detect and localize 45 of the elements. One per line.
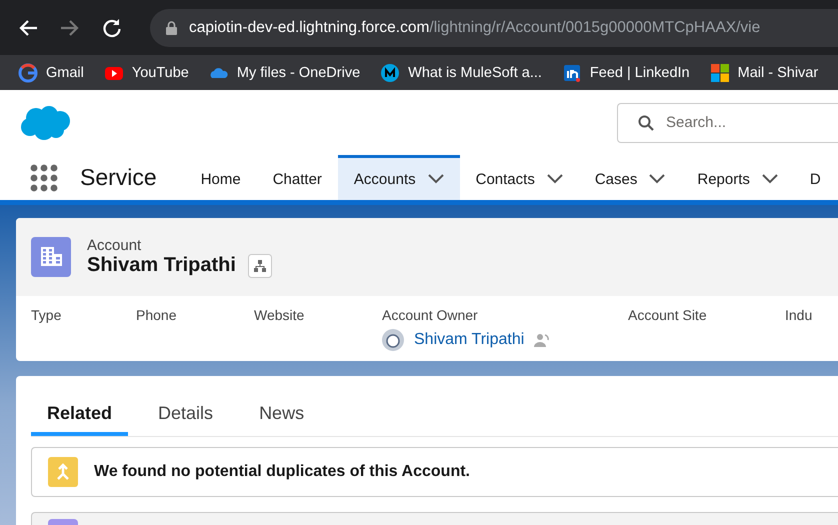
search-box[interactable]: Search... (617, 102, 838, 142)
field-label: Account Owner (382, 307, 479, 323)
forward-icon[interactable] (60, 18, 80, 36)
field-label: Type (31, 307, 62, 323)
bookmark-icon (562, 62, 582, 82)
bookmark-icon (380, 62, 400, 82)
bookmark-icon (710, 62, 730, 82)
url-text: capiotin-dev-ed.lightning.force.com/lightning/r/Account/0015g00000MTCpHAAX/vie (189, 18, 760, 36)
nav-tab[interactable]: Reports (681, 155, 794, 200)
bookmark[interactable]: My files - OneDrive (208, 62, 360, 82)
nav-tab[interactable]: Cases (578, 155, 682, 200)
hierarchy-icon[interactable] (248, 254, 272, 278)
nav-tab[interactable]: Chatter (256, 155, 338, 200)
field-label: Website (254, 307, 306, 323)
tab[interactable]: News (243, 403, 320, 436)
search-icon (638, 114, 654, 130)
nav-tab[interactable]: Contacts (460, 155, 579, 200)
merge-icon (48, 457, 78, 487)
bookmark[interactable]: Feed | LinkedIn (562, 62, 690, 82)
lock-icon (166, 20, 177, 34)
bookmark[interactable]: What is MuleSoft a... (380, 62, 542, 82)
nav-tab[interactable]: D (794, 155, 837, 200)
nav-tab[interactable]: Accounts (338, 155, 460, 200)
bookmark[interactable]: Gmail (18, 62, 84, 82)
field-label: Account Site (628, 307, 708, 323)
bookmark-icon (18, 62, 38, 82)
app-launcher-icon[interactable] (30, 164, 58, 192)
app-name: Service (80, 163, 157, 192)
building-icon (31, 237, 71, 277)
avatar-icon (382, 329, 404, 351)
reload-icon[interactable] (102, 18, 122, 38)
owner-link[interactable]: Shivam Tripathi (414, 331, 524, 349)
back-icon[interactable] (18, 18, 38, 36)
record-name: Shivam Tripathi (87, 254, 236, 277)
cloud-logo[interactable] (20, 104, 72, 140)
nav-tab[interactable]: Home (184, 155, 257, 200)
object-label: Account (87, 236, 142, 254)
duplicates-message: We found no potential duplicates of this Account. (94, 463, 470, 481)
bookmark[interactable]: YouTube (104, 62, 189, 82)
bookmark[interactable]: Mail - Shivar (710, 62, 818, 82)
field-label: Phone (136, 307, 178, 323)
tab[interactable]: Related (31, 403, 128, 436)
tab[interactable]: Details (142, 403, 230, 436)
field-label: Indu (785, 307, 814, 323)
address-bar[interactable]: capiotin-dev-ed.lightning.force.com/lightning/r/Account/0015g00000MTCpHAAX/vie (150, 8, 838, 46)
